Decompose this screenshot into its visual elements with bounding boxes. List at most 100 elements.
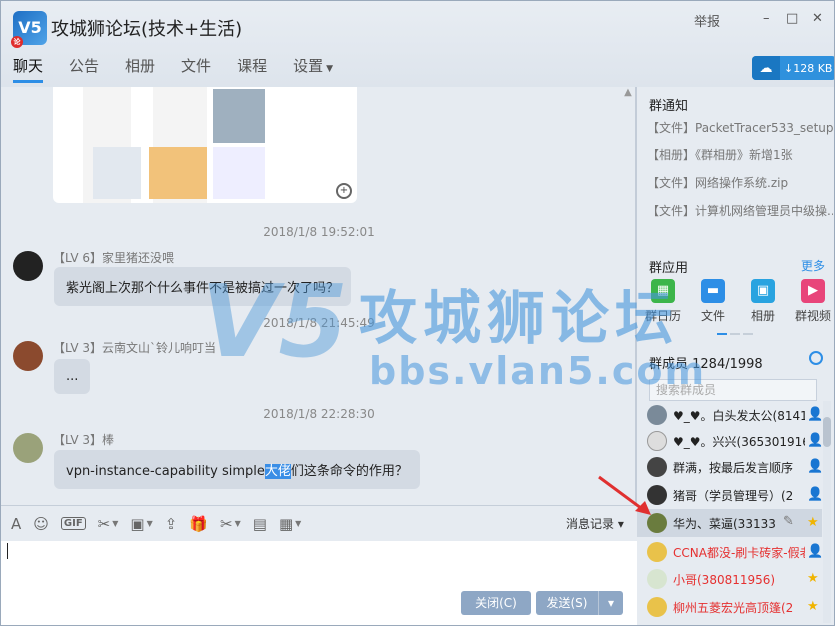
member-row-selected[interactable]: 华为、菜逼(33133 ✎ ★	[637, 509, 822, 537]
zoom-in-icon[interactable]: +	[336, 183, 352, 199]
member-row[interactable]: 群满，按最后发言顺序 👤	[637, 453, 823, 481]
avatar	[647, 542, 667, 562]
notice-item[interactable]: 【文件】PacketTracer533_setup.exe	[647, 119, 833, 136]
transfer-speed-button[interactable]: ☁ ↓ 128 KB	[752, 56, 834, 80]
message-history-button[interactable]: 消息记录 ▾	[566, 515, 624, 532]
tab-settings-label: 设置	[293, 57, 324, 75]
image-glyph: ▣	[130, 514, 145, 533]
report-link[interactable]: 举报	[694, 11, 720, 30]
more-apps-link[interactable]: 更多	[801, 257, 825, 274]
video-icon: ▶	[801, 279, 825, 303]
member-role-icon: 👤	[807, 544, 824, 559]
avatar	[647, 569, 667, 589]
chevron-down-icon: ▾	[617, 517, 624, 531]
close-button[interactable]: 关闭(C)	[461, 591, 531, 615]
tab-notice[interactable]: 公告	[69, 55, 99, 83]
member-name: 小哥(380811956)	[673, 573, 776, 587]
screenshot-glyph: ✂	[220, 514, 233, 533]
avatar	[647, 597, 667, 617]
magic-expression-icon[interactable]: ✂ ▼	[98, 515, 119, 533]
message-text: 们这条命令的作用？	[290, 464, 408, 479]
cloud-icon: ☁	[752, 56, 780, 80]
message-meta: 【LV 6】家里猪还没喂	[53, 249, 174, 266]
close-icon[interactable]: ✕	[812, 11, 823, 26]
annotation-arrow	[598, 475, 651, 515]
member-search-input[interactable]: 搜索群成员	[649, 379, 817, 401]
group-apps-title: 群应用	[649, 261, 689, 276]
selected-text: 大佬	[264, 464, 291, 479]
minimize-icon[interactable]: –	[763, 11, 770, 26]
message-bubble: vpn-instance-capability simple大佬们这条命令的作用…	[54, 450, 420, 489]
member-name: ♥_♥。白头发太公(814130	[673, 409, 805, 423]
more-tools-icon[interactable]: ▦ ▼	[279, 515, 301, 533]
emoji-icon[interactable]: ☺	[33, 515, 49, 533]
message-bubble: ...	[54, 359, 91, 394]
app-album-label: 相册	[750, 309, 775, 323]
search-icon[interactable]	[809, 351, 823, 365]
avatar[interactable]	[13, 341, 43, 371]
red-packet-icon[interactable]: ▤	[253, 515, 267, 533]
member-name: 猪哥（学员管理号）(2	[673, 489, 794, 503]
page-dot[interactable]	[730, 333, 740, 335]
image-photo	[149, 147, 207, 199]
chat-history[interactable]: + ▲ 2018/1/8 19:52:01 【LV 6】家里猪还没喂 紫光阁上次…	[1, 87, 637, 505]
image-photo	[213, 89, 265, 143]
member-row[interactable]: ♥_♥。兴兴(365301916) 👤	[637, 427, 823, 455]
shared-image-preview[interactable]	[53, 87, 357, 203]
gif-icon[interactable]: GIF	[60, 517, 86, 530]
group-side-panel: 群通知 【文件】PacketTracer533_setup.exe 【相册】《群…	[637, 87, 834, 625]
maximize-icon[interactable]: □	[786, 11, 798, 26]
member-role-icon: 👤	[807, 407, 824, 422]
magic-expression-glyph: ✂	[97, 514, 111, 533]
message-history-label: 消息记录	[566, 517, 615, 531]
avatar[interactable]	[13, 433, 43, 463]
star-icon: ★	[807, 599, 819, 614]
upload-icon[interactable]: ⇪	[165, 515, 178, 533]
chevron-down-icon: ▼	[112, 519, 119, 528]
screenshot-icon[interactable]: ✂ ▼	[220, 515, 241, 533]
member-row[interactable]: 小哥(380811956) ★	[637, 565, 822, 593]
message-text: vpn-instance-capability simple	[66, 464, 265, 479]
app-calendar[interactable]: ▦ 群日历	[641, 279, 685, 324]
page-dot[interactable]	[743, 333, 753, 335]
star-icon: ★	[807, 515, 819, 530]
member-row[interactable]: CCNA都没-刷卡砖家-假老板👤	[637, 538, 824, 566]
avatar[interactable]	[13, 251, 43, 281]
app-album[interactable]: ▣ 相册	[741, 279, 785, 324]
font-icon[interactable]: A	[11, 515, 21, 533]
send-button[interactable]: 发送(S)	[536, 591, 598, 615]
tab-settings[interactable]: 设置 ▼	[293, 55, 333, 83]
calendar-icon: ▦	[651, 279, 675, 303]
member-row[interactable]: ♥_♥。白头发太公(814130👤	[637, 401, 824, 429]
page-dot[interactable]	[717, 333, 727, 335]
send-options-button[interactable]: ▾	[598, 591, 623, 615]
member-row[interactable]: 柳州五菱宏光高顶篷(2 ★	[637, 593, 822, 621]
scroll-up-icon[interactable]: ▲	[620, 87, 636, 101]
image-icon[interactable]: ▣ ▼	[130, 515, 152, 533]
app-files-label: 文件	[700, 309, 725, 323]
gift-icon[interactable]: 🎁	[189, 515, 208, 533]
tab-courses[interactable]: 课程	[237, 55, 267, 83]
chevron-down-icon: ▼	[295, 519, 302, 528]
scrollbar-thumb[interactable]	[823, 417, 831, 447]
edit-icon[interactable]: ✎	[783, 514, 794, 529]
message-meta: 【LV 3】云南文山`铃儿响叮当	[53, 339, 216, 356]
message-meta: 【LV 3】棒	[53, 431, 114, 448]
arrow-shaft	[598, 475, 646, 513]
star-icon: ★	[807, 571, 819, 586]
member-list-scrollbar[interactable]	[823, 401, 831, 623]
app-video[interactable]: ▶ 群视频	[791, 279, 834, 324]
members-title: 群成员 1284/1998	[649, 357, 763, 372]
notice-item[interactable]: 【相册】《群相册》新增1张	[647, 146, 833, 163]
notice-item[interactable]: 【文件】网络操作系统.zip	[647, 174, 833, 191]
notice-item[interactable]: 【文件】计算机网络管理员中级操...	[647, 202, 833, 219]
app-files[interactable]: ▬ 文件	[691, 279, 735, 324]
member-name: 群满，按最后发言顺序	[673, 461, 794, 475]
tab-files[interactable]: 文件	[181, 55, 211, 83]
member-row[interactable]: 猪哥（学员管理号）(2 👤	[637, 481, 823, 509]
timestamp: 2018/1/8 22:28:30	[263, 407, 375, 421]
input-toolbar: A ☺ GIF ✂ ▼ ▣ ▼ ⇪ 🎁 ✂ ▼ ▤ ▦ ▼	[1, 505, 637, 541]
tab-chat[interactable]: 聊天	[13, 55, 44, 83]
tab-album[interactable]: 相册	[125, 55, 155, 83]
group-logo-text: V5	[18, 18, 42, 37]
